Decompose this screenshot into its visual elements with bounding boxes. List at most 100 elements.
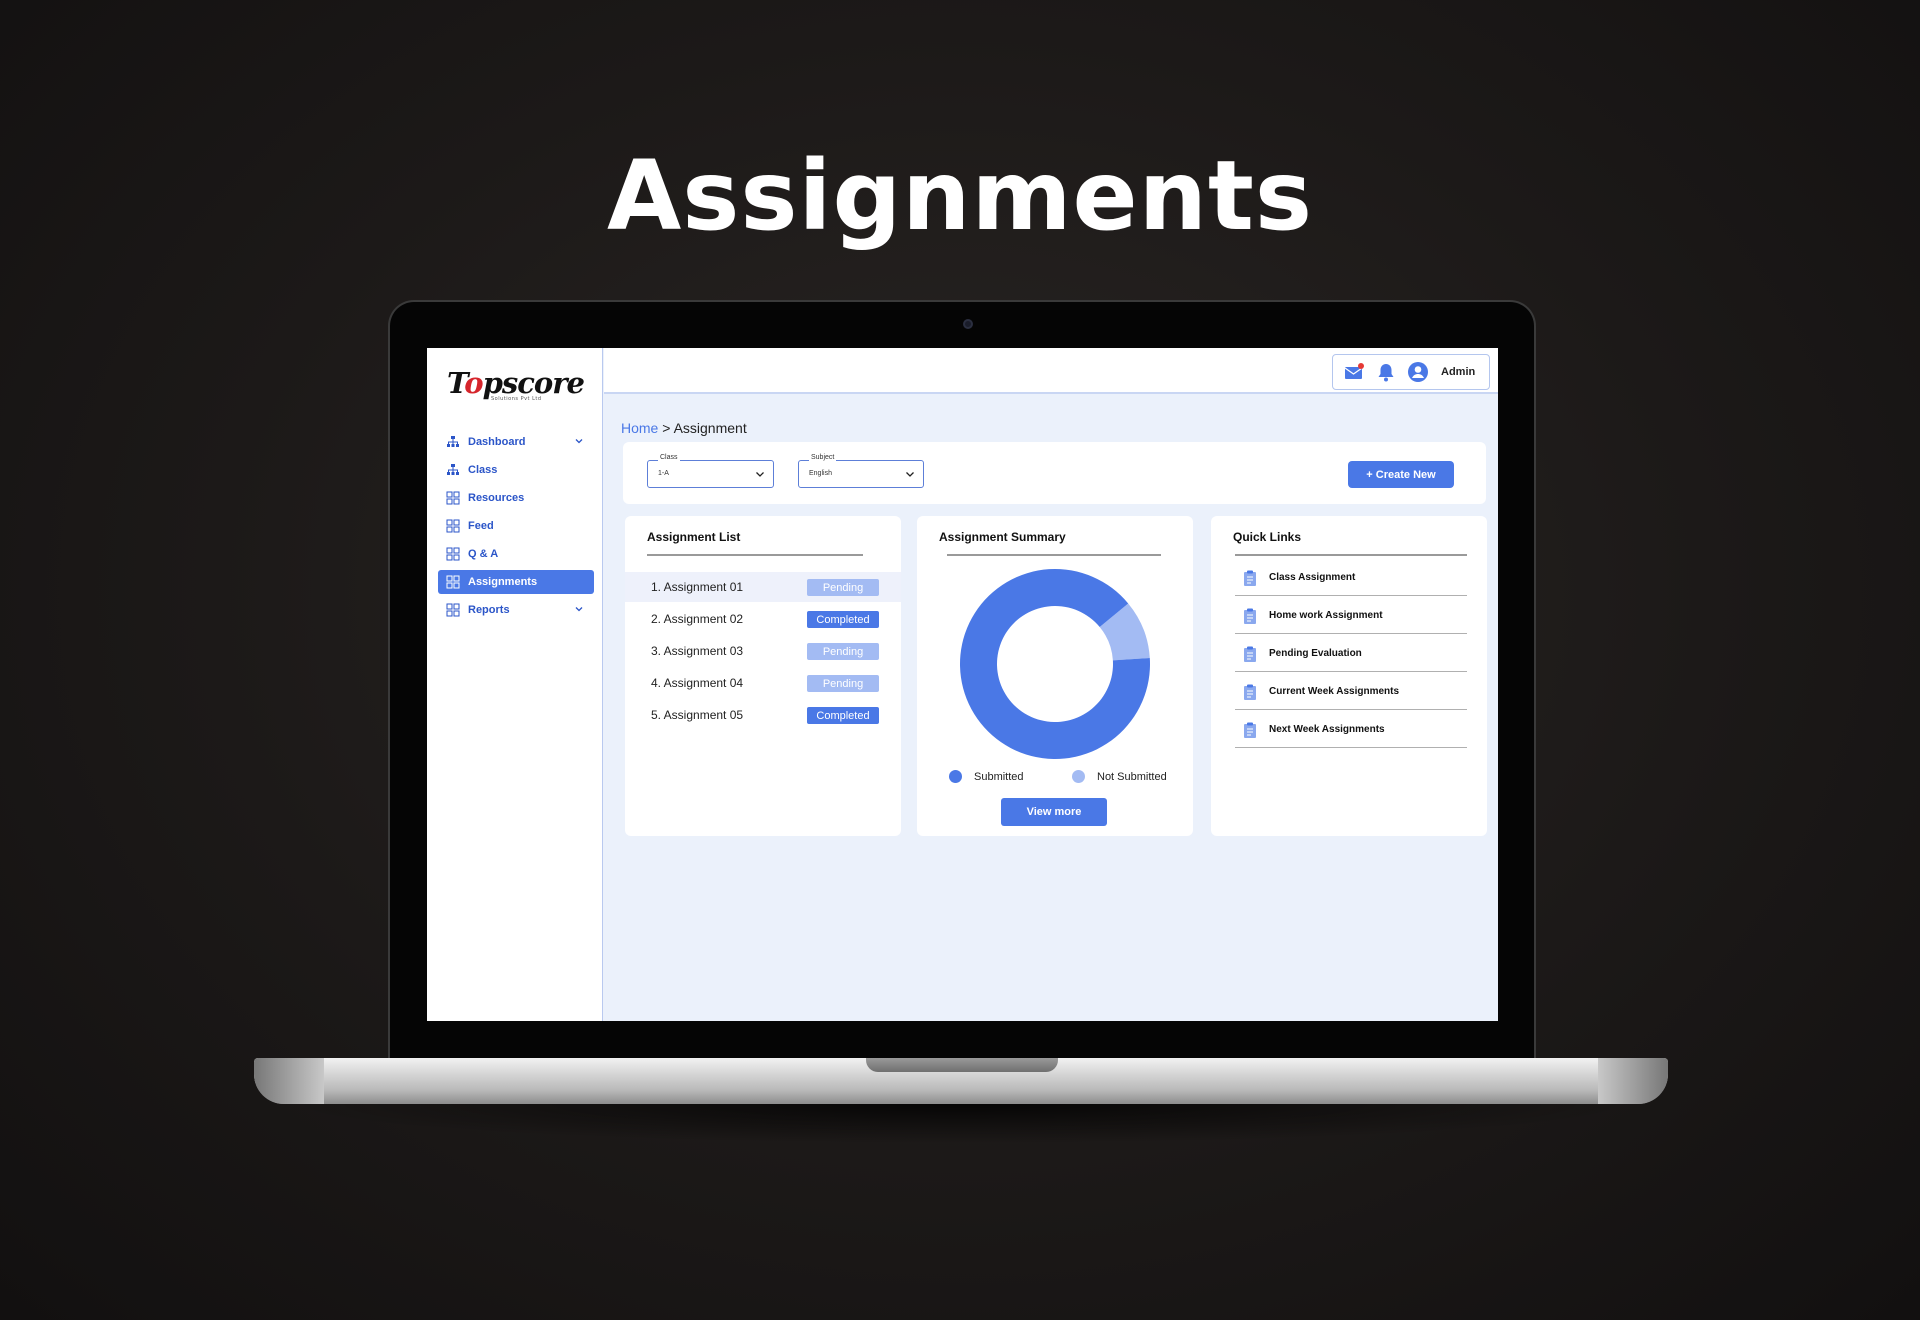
assignment-name: 2. Assignment 02 [651, 612, 744, 626]
sidebar-item-label: Reports [468, 604, 510, 616]
assignment-row[interactable]: 5. Assignment 05 Completed [625, 700, 901, 730]
quick-link-label: Current Week Assignments [1269, 686, 1400, 697]
laptop-shadow [280, 1104, 1640, 1144]
view-more-button[interactable]: View more [1001, 798, 1107, 826]
assignment-name: 3. Assignment 03 [651, 644, 744, 658]
sidebar-item-class[interactable]: Class [438, 458, 594, 482]
filter-card: Class 1-A Subject English + Create New [623, 442, 1486, 504]
topscore-logo: Topscore Solutions Pvt Ltd [447, 366, 585, 404]
breadcrumb: Home > Assignment [621, 420, 747, 436]
admin-username[interactable]: Admin [1441, 366, 1475, 378]
sidebar-item-label: Dashboard [468, 436, 526, 448]
laptop-notch [866, 1058, 1058, 1072]
assignment-row[interactable]: 3. Assignment 03 Pending [625, 636, 901, 666]
donut-slice-submitted [960, 569, 1150, 759]
grid-icon [446, 575, 460, 589]
assignment-name: 5. Assignment 05 [651, 708, 744, 722]
quick-links-title: Quick Links [1233, 530, 1302, 544]
grid-icon [446, 519, 460, 533]
assignment-summary-card: Assignment Summary Submitted Not Submitt… [917, 516, 1193, 836]
legend-label: Submitted [974, 770, 1024, 783]
legend-not-submitted: Not Submitted [1072, 770, 1167, 783]
subject-select-value: English [809, 470, 832, 477]
quick-links-card: Quick Links Class Assignment Home work A… [1211, 516, 1487, 836]
sidebar-item-reports[interactable]: Reports [438, 598, 594, 622]
chevron-down-icon [575, 439, 583, 444]
legend-dot-submitted [949, 770, 962, 783]
org-chart-icon [447, 436, 459, 447]
class-select-value: 1-A [658, 470, 669, 477]
bell-icon[interactable] [1375, 361, 1397, 383]
sidebar-item-qa[interactable]: Q & A [438, 542, 594, 566]
divider [1235, 554, 1467, 556]
create-new-button[interactable]: + Create New [1348, 461, 1454, 488]
sidebar-nav: Dashboard Class Resources Feed Q & A Ass… [438, 430, 594, 626]
user-avatar-icon[interactable] [1407, 361, 1429, 383]
legend-submitted: Submitted [949, 770, 1024, 783]
legend-dot-not-submitted [1072, 770, 1085, 783]
breadcrumb-current: Assignment [673, 420, 747, 436]
sidebar-item-dashboard[interactable]: Dashboard [438, 430, 594, 454]
status-badge: Pending [807, 579, 879, 596]
mail-icon[interactable] [1343, 361, 1365, 383]
sidebar-item-label: Q & A [468, 548, 499, 560]
assignment-list-card: Assignment List 1. Assignment 01 Pending… [625, 516, 901, 836]
sidebar: Topscore Solutions Pvt Ltd Dashboard Cla… [427, 348, 603, 1021]
sidebar-item-label: Feed [468, 520, 494, 532]
divider [647, 554, 863, 556]
grid-icon [446, 491, 460, 505]
top-tools: Admin [1332, 354, 1490, 390]
class-select-label: Class [658, 454, 680, 461]
assignment-name: 4. Assignment 04 [651, 676, 744, 690]
grid-icon [446, 603, 460, 617]
quick-link-label: Home work Assignment [1269, 610, 1383, 621]
sidebar-item-resources[interactable]: Resources [438, 486, 594, 510]
legend-label: Not Submitted [1097, 770, 1167, 783]
quick-link-item[interactable]: Current Week Assignments [1235, 672, 1467, 710]
assignment-row[interactable]: 1. Assignment 01 Pending [625, 572, 901, 602]
status-badge: Completed [807, 707, 879, 724]
status-badge: Completed [807, 611, 879, 628]
assignment-name: 1. Assignment 01 [651, 580, 744, 594]
chevron-down-icon [906, 472, 914, 477]
status-badge: Pending [807, 643, 879, 660]
clipboard-icon [1244, 646, 1256, 662]
subject-select[interactable]: Subject English [798, 454, 924, 488]
quick-link-item[interactable]: Class Assignment [1235, 558, 1467, 596]
status-badge: Pending [807, 675, 879, 692]
quick-link-item[interactable]: Next Week Assignments [1235, 710, 1467, 748]
camera-icon [963, 319, 973, 329]
assignment-row[interactable]: 4. Assignment 04 Pending [625, 668, 901, 698]
class-select[interactable]: Class 1-A [647, 454, 774, 488]
summary-donut-chart [960, 569, 1150, 759]
quick-link-label: Class Assignment [1269, 572, 1356, 583]
divider [947, 554, 1161, 556]
sidebar-item-label: Class [468, 464, 498, 476]
clipboard-icon [1244, 684, 1256, 700]
chevron-down-icon [756, 472, 764, 477]
quick-link-label: Next Week Assignments [1269, 724, 1385, 735]
breadcrumb-home[interactable]: Home [621, 420, 658, 436]
subject-select-label: Subject [809, 454, 837, 461]
assignment-list-title: Assignment List [647, 530, 741, 544]
clipboard-icon [1244, 570, 1256, 586]
clipboard-icon [1244, 722, 1256, 738]
page-hero-title: Assignments [606, 140, 1314, 252]
assignment-row[interactable]: 2. Assignment 02 Completed [625, 604, 901, 634]
sidebar-item-label: Assignments [468, 576, 538, 588]
grid-icon [446, 547, 460, 561]
assignment-summary-title: Assignment Summary [939, 530, 1066, 544]
org-chart-icon [447, 464, 459, 475]
breadcrumb-separator: > [662, 420, 671, 436]
clipboard-icon [1244, 608, 1256, 624]
app-screen: Topscore Solutions Pvt Ltd Dashboard Cla… [427, 348, 1498, 1021]
sidebar-item-label: Resources [468, 492, 525, 504]
top-bar: Admin [604, 348, 1498, 394]
logo-wordmark: Topscore [447, 366, 585, 400]
quick-link-item[interactable]: Home work Assignment [1235, 596, 1467, 634]
chevron-down-icon [575, 607, 583, 612]
sidebar-item-feed[interactable]: Feed [438, 514, 594, 538]
quick-link-item[interactable]: Pending Evaluation [1235, 634, 1467, 672]
sidebar-item-assignments[interactable]: Assignments [438, 570, 594, 594]
logo-subtitle: Solutions Pvt Ltd [491, 396, 542, 402]
